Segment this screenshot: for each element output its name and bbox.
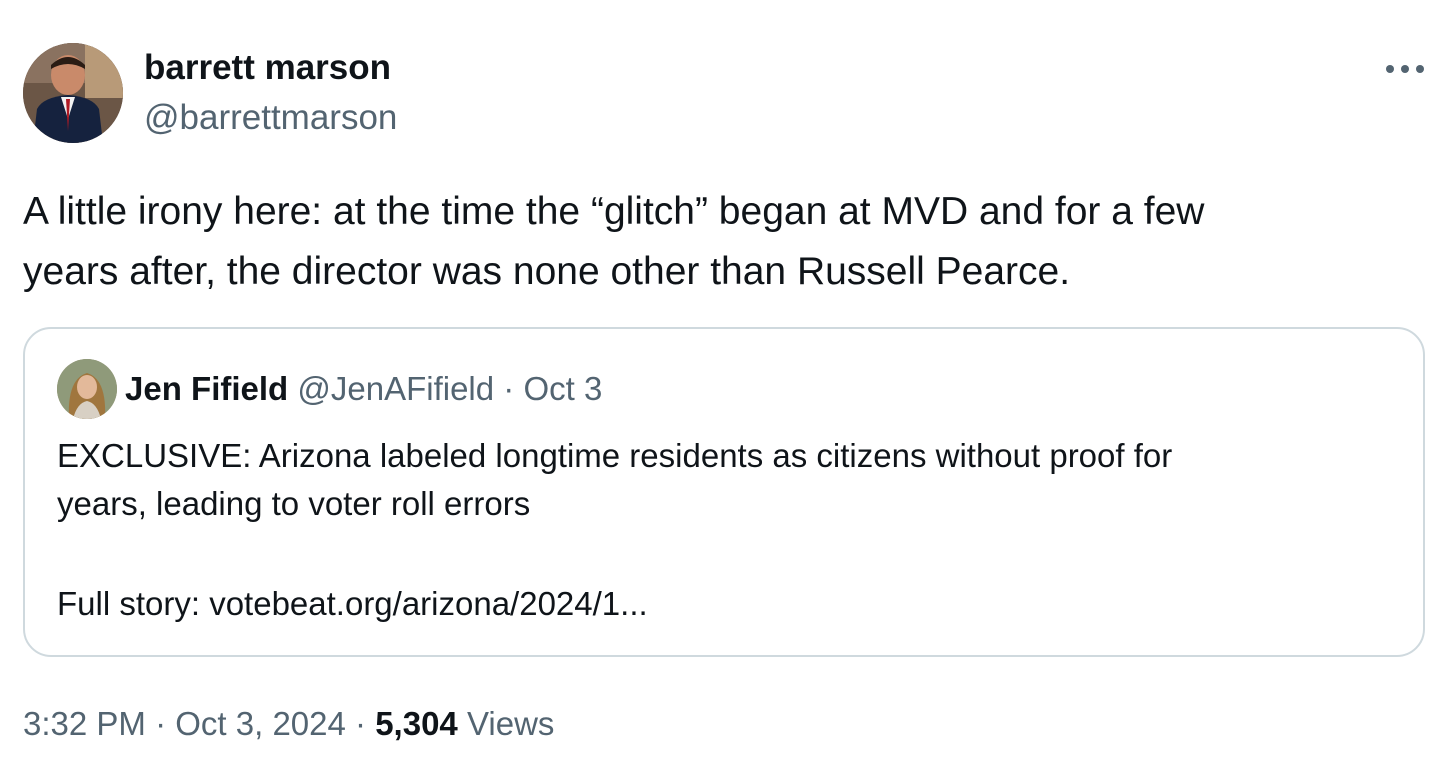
views-label: Views xyxy=(466,705,555,742)
quoted-author-name[interactable]: Jen Fifield xyxy=(125,370,288,407)
more-options-button[interactable] xyxy=(1382,54,1428,84)
quoted-text-line: years, leading to voter roll errors xyxy=(57,485,531,522)
tweet: barrett marson @barrettmarson A little i… xyxy=(0,0,1456,774)
tweet-metadata: 3:32 PM · Oct 3, 2024 · 5,304 Views xyxy=(23,702,554,746)
quoted-text-line: EXCLUSIVE: Arizona labeled longtime resi… xyxy=(57,437,1173,474)
tweet-date[interactable]: Oct 3, 2024 xyxy=(175,705,346,742)
quoted-author-handle[interactable]: @JenAFifield xyxy=(297,370,494,407)
quoted-tweet-text: EXCLUSIVE: Arizona labeled longtime resi… xyxy=(57,432,1397,628)
separator-dot: · xyxy=(503,370,515,407)
profile-photo-icon xyxy=(57,359,117,419)
author-handle[interactable]: @barrettmarson xyxy=(144,98,397,138)
author-name[interactable]: barrett marson xyxy=(144,48,391,88)
separator-dot: · xyxy=(155,705,167,742)
tweet-time[interactable]: 3:32 PM xyxy=(23,705,146,742)
views-count: 5,304 xyxy=(375,705,458,742)
quoted-author-avatar[interactable] xyxy=(57,359,117,419)
tweet-text-line: years after, the director was none other… xyxy=(23,250,1071,293)
tweet-text: A little irony here: at the time the “gl… xyxy=(23,182,1423,302)
quoted-tweet-header: Jen Fifield @JenAFifield · Oct 3 xyxy=(125,369,602,409)
tweet-text-line: A little irony here: at the time the “gl… xyxy=(23,190,1205,233)
separator-dot: · xyxy=(355,705,367,742)
more-options-icon xyxy=(1386,65,1424,73)
author-avatar[interactable] xyxy=(23,43,123,143)
quoted-link-line: Full story: votebeat.org/arizona/2024/1.… xyxy=(57,585,648,622)
quoted-tweet-date[interactable]: Oct 3 xyxy=(523,370,602,407)
quoted-tweet-card[interactable]: Jen Fifield @JenAFifield · Oct 3 EXCLUSI… xyxy=(23,327,1425,657)
profile-photo-icon xyxy=(23,43,123,143)
